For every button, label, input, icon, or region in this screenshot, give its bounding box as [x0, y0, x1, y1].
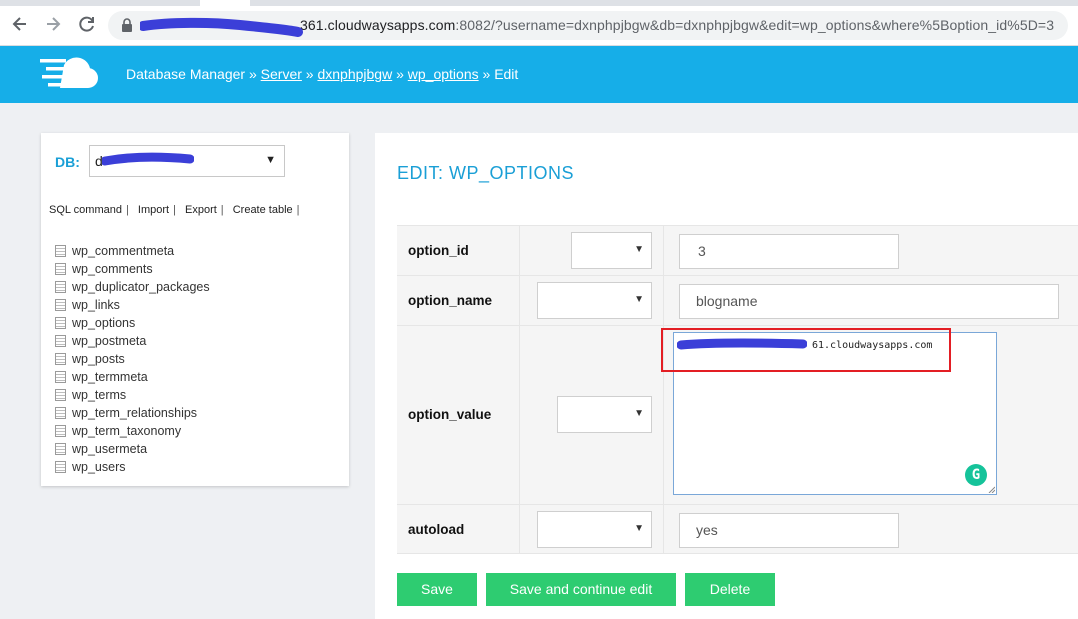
table-icon [55, 461, 66, 473]
table-name[interactable]: wp_usermeta [72, 442, 147, 456]
table-list-item[interactable]: wp_terms [55, 386, 210, 404]
url-query: :8082/?username=dxnphpjbgw&db=dxnphpjbgw… [455, 17, 1055, 33]
field-name: option_name [408, 293, 493, 308]
edit-panel: EDIT: WP_OPTIONS option_id ▼ 3 option_na… [375, 133, 1078, 619]
table-icon [55, 335, 66, 347]
table-list-item[interactable]: wp_term_taxonomy [55, 422, 210, 440]
cloud-logo-icon[interactable] [40, 56, 100, 92]
delete-button[interactable]: Delete [685, 573, 775, 606]
export-link[interactable]: Export [185, 204, 217, 216]
table-name[interactable]: wp_comments [72, 262, 153, 276]
table-list-item[interactable]: wp_duplicator_packages [55, 278, 210, 296]
breadcrumb-current: Edit [494, 66, 519, 82]
table-icon [55, 281, 66, 293]
table-name[interactable]: wp_postmeta [72, 334, 146, 348]
table-name[interactable]: wp_duplicator_packages [72, 280, 210, 294]
table-icon [55, 407, 66, 419]
table-name[interactable]: wp_commentmeta [72, 244, 174, 258]
active-tab[interactable] [200, 0, 250, 6]
back-arrow-icon[interactable] [10, 14, 30, 34]
breadcrumb-server-link[interactable]: Server [261, 66, 302, 82]
db-redaction [102, 152, 194, 166]
table-list-item[interactable]: wp_options [55, 314, 210, 332]
table-icon [55, 443, 66, 455]
form-row-option-name: option_name ▼ blogname [397, 275, 1078, 325]
grammarly-icon[interactable]: G [965, 464, 987, 486]
option-name-input[interactable]: blogname [679, 284, 1059, 319]
field-name: option_value [408, 407, 492, 422]
table-list-item[interactable]: wp_users [55, 458, 210, 476]
table-list: wp_commentmeta wp_comments wp_duplicator… [55, 242, 210, 476]
option-id-input[interactable]: 3 [679, 234, 899, 269]
forward-arrow-icon[interactable] [43, 14, 63, 34]
table-name[interactable]: wp_terms [72, 388, 126, 402]
table-name[interactable]: wp_posts [72, 352, 125, 366]
table-list-item[interactable]: wp_comments [55, 260, 210, 278]
table-icon [55, 425, 66, 437]
table-icon [55, 353, 66, 365]
function-select[interactable]: ▼ [537, 511, 652, 548]
table-icon [55, 245, 66, 257]
function-select[interactable]: ▼ [571, 232, 652, 269]
table-name[interactable]: wp_term_taxonomy [72, 424, 181, 438]
table-name[interactable]: wp_links [72, 298, 120, 312]
function-select[interactable]: ▼ [557, 396, 652, 433]
sidebar: DB: d ▼ SQL command | Import | Export | Cre… [41, 133, 349, 486]
db-label: DB: [55, 154, 80, 170]
chevron-down-icon: ▼ [634, 408, 644, 419]
table-icon [55, 371, 66, 383]
table-icon [55, 389, 66, 401]
table-list-item[interactable]: wp_links [55, 296, 210, 314]
breadcrumb-separator: » [396, 66, 404, 82]
breadcrumb: Database Manager » Server » dxnphpjbgw »… [126, 66, 518, 82]
field-name: option_id [408, 243, 469, 258]
table-list-item[interactable]: wp_usermeta [55, 440, 210, 458]
table-name[interactable]: wp_options [72, 316, 135, 330]
table-icon [55, 299, 66, 311]
breadcrumb-separator: » [482, 66, 491, 82]
save-button[interactable]: Save [397, 573, 477, 606]
sql-command-link[interactable]: SQL command [49, 204, 122, 216]
resize-handle-icon[interactable] [987, 485, 995, 493]
table-list-item[interactable]: wp_term_relationships [55, 404, 210, 422]
breadcrumb-db-link[interactable]: dxnphpjbgw [317, 66, 392, 82]
url-host: 361.cloudwaysapps.com [300, 17, 456, 33]
chevron-down-icon: ▼ [634, 244, 644, 255]
form-row-autoload: autoload ▼ yes [397, 504, 1078, 554]
breadcrumb-table-link[interactable]: wp_options [408, 66, 479, 82]
db-select[interactable]: d ▼ [89, 145, 285, 177]
tab-strip [0, 0, 1078, 6]
browser-toolbar: 361.cloudwaysapps.com:8082/?username=dxn… [0, 0, 1078, 46]
field-name: autoload [408, 522, 465, 537]
table-list-item[interactable]: wp_commentmeta [55, 242, 210, 260]
save-continue-button[interactable]: Save and continue edit [486, 573, 676, 606]
form-row-option-id: option_id ▼ 3 [397, 225, 1078, 275]
page-title: EDIT: WP_OPTIONS [397, 163, 575, 183]
breadcrumb-app-title: Database Manager [126, 66, 246, 82]
highlight-box [661, 328, 951, 372]
breadcrumb-separator: » [305, 66, 314, 82]
breadcrumb-separator: » [248, 66, 257, 82]
reload-icon[interactable] [77, 14, 97, 34]
form-row-option-value: option_value ▼ 61.cloudwaysapps.com G [397, 325, 1078, 504]
chevron-down-icon: ▼ [634, 523, 644, 534]
function-select[interactable]: ▼ [537, 282, 652, 319]
table-list-item[interactable]: wp_posts [55, 350, 210, 368]
table-list-item[interactable]: wp_termmeta [55, 368, 210, 386]
table-name[interactable]: wp_users [72, 460, 126, 474]
url-redaction [140, 17, 303, 37]
table-icon [55, 317, 66, 329]
table-list-item[interactable]: wp_postmeta [55, 332, 210, 350]
create-table-link[interactable]: Create table [233, 204, 293, 216]
table-name[interactable]: wp_term_relationships [72, 406, 197, 420]
lock-icon [122, 18, 132, 32]
autoload-input[interactable]: yes [679, 513, 899, 548]
table-name[interactable]: wp_termmeta [72, 370, 148, 384]
import-link[interactable]: Import [138, 204, 169, 216]
chevron-down-icon: ▼ [634, 294, 644, 305]
chevron-down-icon: ▼ [265, 154, 276, 166]
table-icon [55, 263, 66, 275]
command-links: SQL command | Import | Export | Create tabl… [49, 204, 300, 216]
